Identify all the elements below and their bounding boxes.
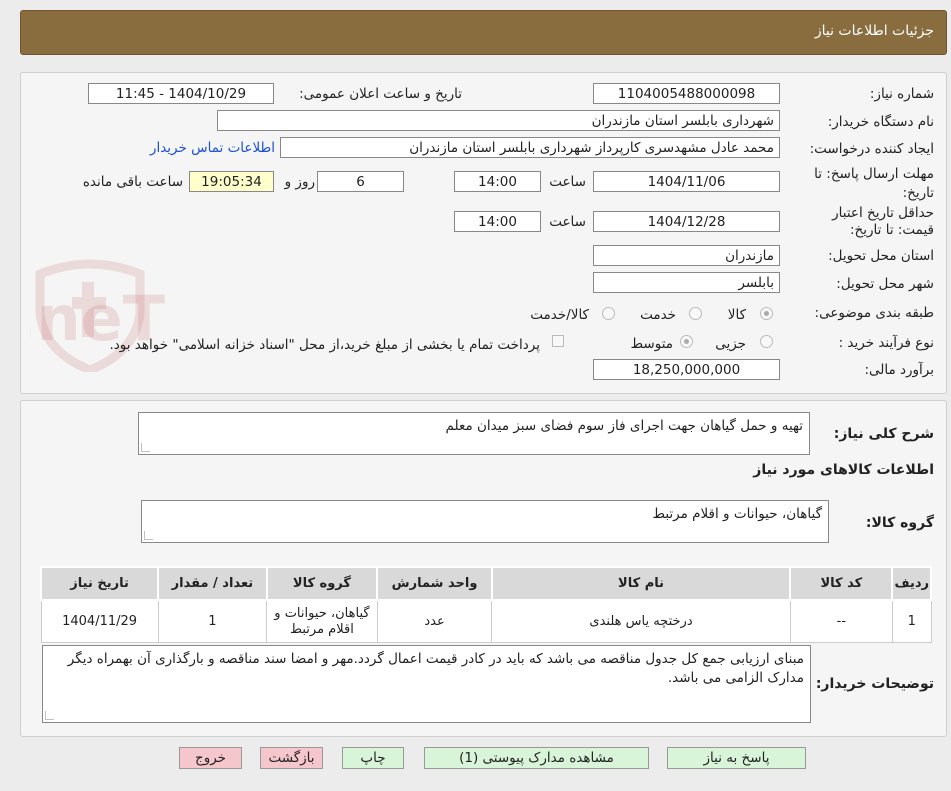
time-remaining-label: ساعت باقی مانده	[82, 174, 183, 190]
deadline-date-field: 1404/11/06	[593, 171, 780, 192]
deadline-label-line2: تاریخ:	[902, 185, 934, 201]
announce-date-field: 1404/10/29 - 11:45	[88, 83, 274, 104]
reply-button[interactable]: پاسخ به نیاز	[667, 747, 806, 769]
requester-field: محمد عادل مشهدسری کارپرداز شهرداری بابلس…	[280, 137, 780, 158]
province-field: مازندران	[593, 245, 780, 266]
category-radio-goods-service[interactable]	[602, 307, 615, 320]
goods-info-title: اطلاعات کالاهای مورد نیاز	[753, 462, 934, 478]
category-radio-goods[interactable]	[760, 307, 773, 320]
resize-grip-icon[interactable]	[45, 711, 54, 720]
validity-label: حداقل تاریخ اعتبار قیمت: تا تاریخ:	[832, 205, 934, 239]
buyer-org-label: نام دستگاه خریدار:	[827, 114, 934, 130]
validity-time-label: ساعت	[549, 214, 586, 230]
deadline-label: مهلت ارسال پاسخ: تا تاریخ:	[814, 165, 934, 203]
time-remaining-field: 19:05:34	[189, 171, 274, 192]
treasury-payment-checkbox[interactable]	[552, 335, 564, 347]
goods-group-label: گروه کالا:	[865, 515, 934, 531]
validity-time-field: 14:00	[454, 211, 541, 232]
deadline-time-field: 14:00	[454, 171, 541, 192]
deadline-label-line1: مهلت ارسال پاسخ: تا	[814, 166, 934, 182]
col-header-row-number: ردیف	[891, 566, 932, 601]
summary-textarea[interactable]: تهیه و حمل گیاهان جهت اجرای فاز سوم فضای…	[138, 412, 810, 455]
page-title: جزئیات اطلاعات نیاز	[814, 23, 934, 39]
cell-need-date: 1404/11/29	[40, 599, 159, 643]
col-header-item-name: نام کالا	[490, 566, 792, 601]
goods-group-text: گیاهان، حیوانات و اقلام مرتبط	[652, 506, 822, 522]
category-radio-service[interactable]	[689, 307, 702, 320]
buyer-contact-link[interactable]: اطلاعات تماس خریدار	[150, 140, 275, 156]
summary-label: شرح کلی نیاز:	[833, 426, 934, 442]
resize-grip-icon[interactable]	[141, 443, 150, 452]
process-radio-minor[interactable]	[760, 335, 773, 348]
col-header-need-date: تاریخ نیاز	[39, 566, 160, 601]
process-option-medium: متوسط	[630, 336, 673, 352]
cell-quantity: 1	[157, 599, 268, 643]
days-label: روز و	[284, 174, 315, 190]
treasury-payment-note: پرداخت تمام یا بخشی از مبلغ خرید،از محل …	[109, 337, 540, 353]
province-label: استان محل تحویل:	[828, 248, 934, 264]
cell-item-name: درختچه یاس هلندی	[491, 599, 791, 643]
col-header-item-code: کد کالا	[789, 566, 894, 601]
col-header-unit: واحد شمارش	[376, 566, 493, 601]
city-label: شهر محل تحویل:	[836, 276, 934, 292]
need-number-label: شماره نیاز:	[869, 86, 934, 102]
page-header: جزئیات اطلاعات نیاز	[20, 10, 947, 55]
validity-label-line1: حداقل تاریخ اعتبار	[832, 205, 934, 221]
budget-label: برآورد مالی:	[864, 362, 934, 378]
view-attachments-button[interactable]: مشاهده مدارک پیوستی (1)	[424, 747, 649, 769]
need-number-field: 1104005488000098	[593, 83, 780, 104]
buyer-notes-label: توضیحات خریدار:	[815, 676, 934, 692]
requester-label: ایجاد کننده درخواست:	[809, 141, 934, 157]
buyer-notes-textarea[interactable]: مبنای ارزیابی جمع کل جدول مناقصه می باشد…	[42, 645, 811, 723]
category-option-goods-service: کالا/خدمت	[530, 307, 589, 323]
budget-field: 18,250,000,000	[593, 359, 780, 380]
category-label: طبقه بندی موضوعی:	[814, 305, 934, 321]
goods-group-textarea[interactable]: گیاهان، حیوانات و اقلام مرتبط	[141, 500, 829, 543]
col-header-goods-group: گروه کالا	[265, 566, 379, 601]
table-row: 1 -- درختچه یاس هلندی عدد گیاهان، حیوانا…	[40, 599, 932, 643]
category-option-goods: کالا	[727, 307, 746, 323]
city-field: بابلسر	[593, 272, 780, 293]
days-remaining-field: 6	[317, 171, 404, 192]
process-option-minor: جزیی	[715, 336, 746, 352]
table-header-row: ردیف کد کالا نام کالا واحد شمارش گروه کا…	[39, 566, 932, 601]
buyer-notes-text: مبنای ارزیابی جمع کل جدول مناقصه می باشد…	[67, 651, 804, 686]
goods-table: ردیف کد کالا نام کالا واحد شمارش گروه کا…	[39, 566, 932, 643]
col-header-quantity: تعداد / مقدار	[157, 566, 268, 601]
cell-goods-group: گیاهان، حیوانات و اقلام مرتبط	[266, 599, 378, 643]
exit-button[interactable]: خروج	[179, 747, 242, 769]
validity-date-field: 1404/12/28	[593, 211, 780, 232]
summary-text: تهیه و حمل گیاهان جهت اجرای فاز سوم فضای…	[445, 418, 804, 434]
process-label: نوع فرآیند خرید :	[838, 335, 934, 351]
resize-grip-icon[interactable]	[144, 531, 153, 540]
cell-item-code: --	[789, 599, 893, 643]
deadline-time-label: ساعت	[549, 174, 586, 190]
validity-label-line2: قیمت: تا تاریخ:	[850, 222, 934, 238]
announce-date-label: تاریخ و ساعت اعلان عمومی:	[299, 86, 462, 102]
process-radio-medium[interactable]	[680, 335, 693, 348]
cell-row-number: 1	[891, 599, 932, 643]
buyer-org-field: شهرداری بابلسر استان مازندران	[217, 110, 780, 131]
category-option-service: خدمت	[640, 307, 676, 323]
print-button[interactable]: چاپ	[342, 747, 404, 769]
back-button[interactable]: بازگشت	[260, 747, 323, 769]
cell-unit: عدد	[376, 599, 493, 643]
